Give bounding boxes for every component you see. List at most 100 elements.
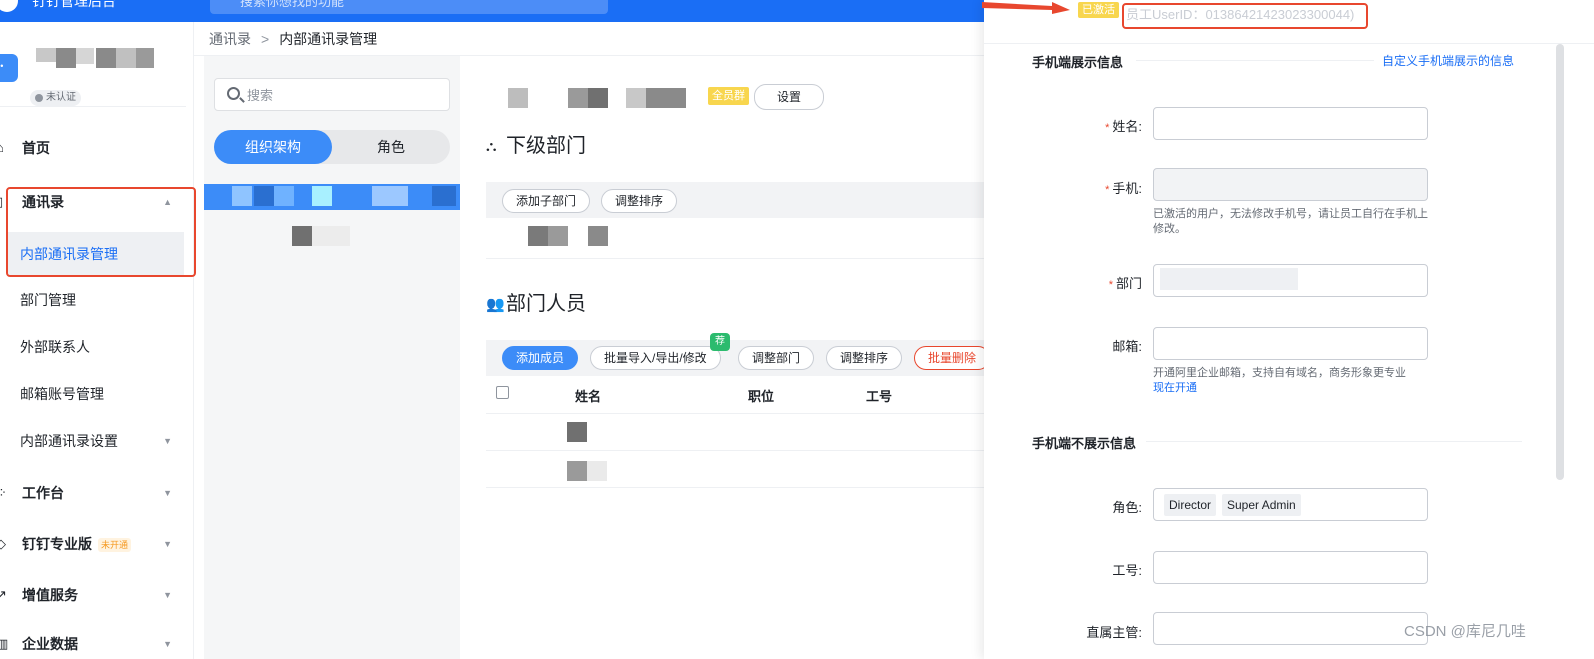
required-mark-icon: * [1105, 122, 1110, 134]
redacted-org-name [36, 48, 56, 62]
role-tag[interactable]: Director [1164, 494, 1217, 516]
dept-label: * 部门 [1042, 273, 1142, 292]
user-id-text: 员工UserID：013864214230233000​44) [1126, 7, 1355, 22]
redacted-member-avatar [587, 461, 607, 481]
redacted-dept-title [646, 88, 686, 108]
batch-import-export-button[interactable]: 批量导入/导出/修改 [590, 346, 721, 370]
sidebar-item-contacts-settings[interactable]: 内部通讯录设置 ▼ [0, 419, 186, 463]
field-label-text: 手机: [1112, 181, 1142, 196]
org-search-input[interactable] [247, 85, 437, 105]
breadcrumb: 通讯录 > 内部通讯录管理 [194, 22, 984, 56]
job-number-label: 工号: [1042, 560, 1142, 579]
pro-edition-label: 钉钉专业版 [22, 536, 92, 552]
name-field[interactable] [1153, 107, 1428, 140]
add-member-button[interactable]: 添加成员 [502, 346, 579, 370]
redacted-org-name [136, 48, 154, 68]
redacted-dept-name [432, 186, 456, 206]
sidebar-item-home[interactable]: ⌂ 首页 [0, 126, 186, 170]
phone-field [1153, 168, 1428, 201]
supervisor-input[interactable] [1164, 619, 1414, 639]
sidebar-item-enterprise-data[interactable]: ▥ 企业数据 ▼ [0, 622, 186, 659]
redacted-dept-title [588, 88, 608, 108]
reorder-sub-dept-button[interactable]: 调整排序 [601, 189, 678, 213]
row-divider [486, 487, 984, 488]
open-email-link[interactable]: 现在开通 [1153, 382, 1197, 394]
data-icon: ▥ [0, 622, 10, 659]
name-input[interactable] [1164, 114, 1414, 134]
workbench-icon: ⁘ [0, 471, 10, 515]
drawer-scrollbar[interactable] [1556, 44, 1564, 480]
org-profile[interactable]: 未认证 [0, 42, 190, 112]
settings-button[interactable]: 设置 [754, 84, 825, 110]
field-label-text: 部门 [1115, 276, 1142, 291]
chevron-down-icon: ▼ [163, 639, 172, 649]
email-hint: 开通阿里企业邮箱，支持自有域名，商务形象更专业 现在开通 [1153, 366, 1433, 396]
redacted-sub-dept [588, 226, 608, 246]
activated-tag: 已激活 [1078, 2, 1119, 18]
sidebar-item-label: 内部通讯录设置 [20, 433, 118, 449]
phone-input [1164, 175, 1414, 195]
redacted-member-avatar[interactable] [567, 461, 587, 481]
sidebar-item-workbench[interactable]: ⁘ 工作台 ▼ [0, 471, 186, 515]
contacts-icon: ▯ [0, 180, 10, 224]
customize-mobile-info-link[interactable]: 自定义手机端展示的信息 [1382, 52, 1514, 69]
chevron-up-icon: ▲ [163, 197, 172, 207]
redacted-sub-dept [528, 226, 548, 246]
sidebar-item-label: 通讯录 [22, 194, 64, 210]
row-divider [486, 258, 984, 259]
redacted-org-name [56, 48, 76, 68]
members-table-header: 姓名 职位 工号 [486, 386, 984, 410]
chevron-down-icon: ▼ [163, 436, 172, 446]
tab-org-structure[interactable]: 组织架构 [214, 130, 332, 164]
sidebar-item-label: 内部通讯录管理 [20, 246, 118, 262]
chevron-down-icon: ▼ [163, 590, 172, 600]
field-label-text: 姓名: [1112, 119, 1142, 134]
drawer-header: 已激活 员工UserID：013864214230233000​44) [984, 0, 1594, 44]
role-field[interactable]: Director Super Admin [1153, 488, 1428, 521]
sidebar-item-label: 部门管理 [20, 292, 76, 308]
name-label: * 姓名: [1042, 116, 1142, 135]
section-rule [1136, 60, 1374, 61]
role-tag[interactable]: Super Admin [1222, 494, 1301, 516]
sidebar: 未认证 ⌂ 首页 ▯ 通讯录 ▲ 内部通讯录管理 部门管理 外部联系人 邮箱账号… [0, 22, 194, 659]
email-field[interactable] [1153, 327, 1428, 360]
sidebar-item-dept-management[interactable]: 部门管理 [0, 278, 186, 322]
hidden-info-section: 手机端不展示信息 [1032, 436, 1137, 451]
breadcrumb-separator: > [261, 31, 270, 47]
sidebar-item-pro-edition[interactable]: ◇ 钉钉专业版未开通 ▼ [0, 522, 186, 566]
unverified-badge[interactable]: 未认证 [30, 90, 81, 106]
sub-departments-title: ⛬ 下级部门 [486, 132, 586, 160]
sidebar-item-label: 钉钉专业版 未开通 [22, 522, 132, 566]
redacted-member-avatar[interactable] [567, 422, 587, 442]
required-mark-icon: * [1108, 279, 1113, 291]
job-number-field[interactable] [1153, 551, 1428, 584]
add-sub-dept-button[interactable]: 添加子部门 [502, 189, 591, 213]
job-number-input[interactable] [1164, 558, 1414, 578]
sidebar-item-external-contacts[interactable]: 外部联系人 [0, 325, 186, 369]
select-all-checkbox[interactable] [496, 386, 509, 399]
all-staff-group-tag: 全员群 [708, 87, 749, 105]
tab-roles[interactable]: 角色 [332, 130, 450, 164]
breadcrumb-parent[interactable]: 通讯录 [209, 31, 251, 47]
sidebar-item-internal-contacts[interactable]: 内部通讯录管理 [8, 232, 184, 276]
watermark: CSDN @库尼几哇 [1404, 623, 1526, 640]
redacted-dept-title [568, 88, 588, 108]
reorder-members-button[interactable]: 调整排序 [826, 346, 903, 370]
app-logo-icon [0, 0, 18, 12]
sidebar-item-value-added[interactable]: ↗ 增值服务 ▼ [0, 573, 186, 617]
sub-dept-toolbar: 添加子部门 调整排序 [486, 182, 984, 218]
diamond-icon: ◇ [0, 522, 10, 566]
sidebar-item-contacts[interactable]: ▯ 通讯录 ▲ [0, 180, 186, 224]
org-search-box[interactable] [214, 78, 450, 111]
field-label-text: 直属主管: [1086, 625, 1142, 640]
global-search-input[interactable]: 搜索你想找的功能 [210, 0, 608, 14]
supervisor-field[interactable] [1153, 612, 1428, 645]
org-avatar[interactable] [0, 54, 18, 82]
batch-delete-button[interactable]: 批量删除 [914, 346, 984, 370]
sidebar-item-email-accounts[interactable]: 邮箱账号管理 [0, 372, 186, 416]
email-input[interactable] [1164, 334, 1414, 354]
redacted-org-name [96, 48, 116, 68]
redacted-dept-value [1160, 268, 1298, 290]
adjust-dept-button[interactable]: 调整部门 [738, 346, 815, 370]
redacted-sub-dept [548, 226, 568, 246]
